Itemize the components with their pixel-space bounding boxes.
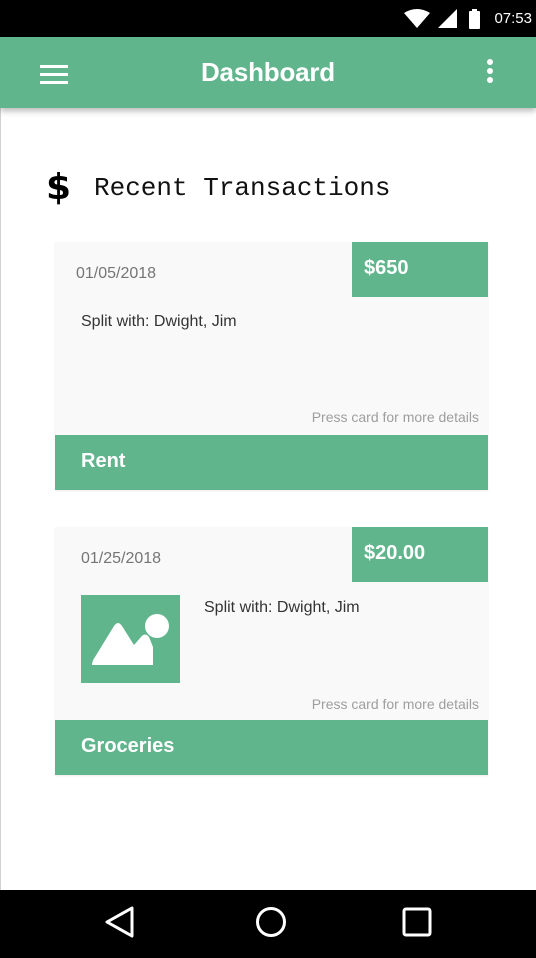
section-title: Recent Transactions: [94, 173, 391, 203]
split-text: Split with: Dwight, Jim: [204, 599, 360, 616]
transaction-card[interactable]: 01/05/2018 $650 Split with: Dwight, Jim …: [55, 242, 488, 490]
cell-signal-icon: [438, 8, 458, 29]
recents-icon: [399, 904, 439, 940]
amount-badge: $650: [352, 242, 488, 297]
category-footer: Rent: [55, 435, 488, 490]
back-button[interactable]: [102, 904, 142, 944]
transaction-date: 01/25/2018: [81, 550, 162, 567]
main-content: $ Recent Transactions 01/05/2018 $650 Sp…: [0, 108, 536, 890]
image-placeholder-icon: [81, 595, 180, 683]
amount-badge: $20.00: [352, 527, 488, 582]
home-icon: [253, 904, 293, 940]
system-nav-bar: [0, 890, 536, 958]
overflow-menu-button[interactable]: [476, 55, 506, 95]
back-icon: [102, 904, 142, 940]
split-text: Split with: Dwight, Jim: [81, 313, 237, 330]
battery-icon: [469, 8, 481, 29]
menu-button[interactable]: [30, 53, 80, 93]
details-hint: Press card for more details: [311, 409, 479, 425]
status-icons: 07:53: [404, 0, 536, 37]
dollar-icon: $: [46, 167, 72, 208]
category-footer: Groceries: [55, 720, 488, 775]
home-button[interactable]: [253, 904, 293, 944]
status-time: 07:53: [494, 10, 532, 27]
transaction-date: 01/05/2018: [76, 265, 157, 282]
details-hint: Press card for more details: [311, 696, 479, 712]
app-bar: Dashboard: [0, 37, 536, 108]
page-title: Dashboard: [200, 57, 335, 87]
status-bar: 07:53: [0, 0, 536, 37]
recents-button[interactable]: [399, 904, 439, 944]
transaction-card[interactable]: 01/25/2018 $20.00 Split with: Dwight, Ji…: [55, 527, 488, 775]
wifi-icon: [404, 8, 431, 29]
